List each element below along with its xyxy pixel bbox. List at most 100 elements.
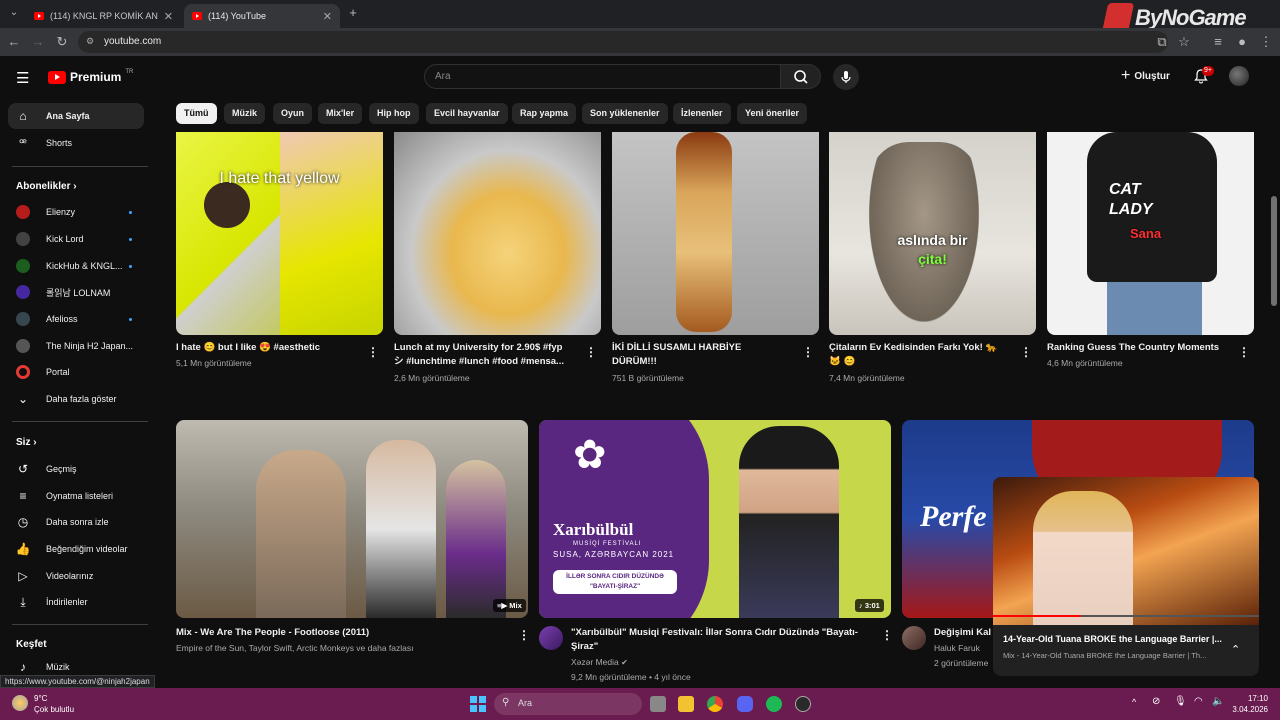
forward-icon[interactable]: →: [30, 34, 46, 50]
close-tab-icon[interactable]: ✕: [164, 10, 173, 23]
channel-avatar[interactable]: [539, 626, 563, 650]
show-more-button[interactable]: ⌄ Daha fazla göster: [8, 386, 144, 412]
microphone-tray-icon[interactable]: 🎙: [1174, 696, 1187, 707]
taskbar-search[interactable]: ⚲ Ara: [494, 693, 642, 715]
sidebar-item-subscription[interactable]: Portal: [8, 359, 144, 385]
sidebar-item-history[interactable]: ↺ Geçmiş: [8, 456, 144, 482]
create-button[interactable]: + Oluştur: [1121, 66, 1170, 86]
bookmark-star-icon[interactable]: ☆: [1176, 34, 1192, 50]
windows-start-icon[interactable]: [470, 696, 486, 712]
back-icon[interactable]: ←: [6, 34, 22, 50]
chip-recently-uploaded[interactable]: Son yüklenenler: [582, 103, 668, 124]
more-options-icon[interactable]: ⋮: [367, 345, 379, 359]
taskbar-clock[interactable]: 17:10 3.04.2026: [1232, 693, 1268, 715]
tray-overflow-icon[interactable]: ^: [1132, 697, 1136, 707]
short-thumbnail[interactable]: [394, 132, 601, 335]
mini-player-title[interactable]: 14-Year-Old Tuana BROKE the Language Bar…: [1003, 634, 1222, 644]
chip-pets[interactable]: Evcil hayvanlar: [426, 103, 508, 124]
sidebar-item-liked-videos[interactable]: 👍 Beğendiğim videolar: [8, 536, 144, 562]
more-options-icon[interactable]: ⋮: [585, 345, 597, 359]
short-title[interactable]: Ranking Guess The Country Moments: [1047, 341, 1232, 355]
network-icon[interactable]: ⊘: [1152, 696, 1160, 707]
site-info-icon[interactable]: ⚙: [86, 36, 94, 47]
channel-avatar[interactable]: [902, 626, 926, 650]
subscriptions-header[interactable]: Abonelikler ›: [16, 181, 77, 192]
task-view-icon[interactable]: [650, 696, 666, 712]
sidebar-item-subscription[interactable]: Elienzy: [8, 199, 144, 225]
file-explorer-icon[interactable]: [678, 696, 694, 712]
reload-icon[interactable]: ↻: [54, 34, 70, 50]
video-title[interactable]: Değişimi Kal: [934, 626, 994, 640]
short-title[interactable]: Lunch at my University for 2.90$ #fyp シ #…: [394, 341, 579, 369]
more-options-icon[interactable]: ⋮: [881, 628, 893, 642]
video-thumbnail[interactable]: [176, 420, 528, 618]
sidebar-item-watch-later[interactable]: ◷ Daha sonra izle: [8, 509, 144, 535]
account-avatar[interactable]: [1229, 66, 1249, 86]
sidebar-item-shorts[interactable]: ꟹ Shorts: [8, 130, 144, 156]
more-options-icon[interactable]: ⋮: [802, 345, 814, 359]
install-app-icon[interactable]: ⧉: [1154, 34, 1170, 50]
media-control-icon[interactable]: ≡: [1210, 34, 1226, 50]
short-thumbnail[interactable]: I hate that yellow: [176, 132, 383, 335]
short-title[interactable]: I hate 😊 but I like 😍 #aesthetic: [176, 341, 361, 355]
chip-game[interactable]: Oyun: [273, 103, 313, 124]
browser-tab-1[interactable]: (114) KNGL RP KOMİK ANLAR ✕: [26, 4, 181, 28]
chrome-icon[interactable]: [707, 696, 723, 712]
profile-icon[interactable]: ●: [1234, 34, 1250, 50]
video-thumbnail[interactable]: ✿ Xarıbülbül MUSİQİ FESTİVALI SUSA, AZƏR…: [539, 420, 891, 618]
volume-icon[interactable]: 🔈: [1212, 696, 1224, 707]
browser-menu-icon[interactable]: ⋮: [1258, 34, 1274, 50]
weather-widget[interactable]: 9°C Çok bulutlu: [34, 693, 74, 715]
mini-player[interactable]: 14-Year-Old Tuana BROKE the Language Bar…: [993, 477, 1259, 676]
chip-all[interactable]: Tümü: [176, 103, 217, 124]
wifi-icon[interactable]: ◠: [1194, 696, 1203, 707]
browser-tab-2[interactable]: (114) YouTube ✕: [184, 4, 340, 28]
chip-new-to-you[interactable]: Yeni öneriler: [737, 103, 808, 124]
sidebar-item-subscription[interactable]: KickHub & KNGL...: [8, 253, 144, 279]
address-bar[interactable]: ⚙ youtube.com: [78, 31, 1168, 53]
flower-logo-icon: ✿: [573, 433, 607, 477]
sidebar-item-home[interactable]: ⌂ Ana Sayfa: [8, 103, 144, 129]
sidebar-item-subscription[interactable]: The Ninja H2 Japan...: [8, 333, 144, 359]
chip-mixes[interactable]: Mix'ler: [318, 103, 363, 124]
channel-name[interactable]: Haluk Faruk: [934, 643, 980, 653]
chip-rap[interactable]: Rap yapma: [512, 103, 577, 124]
page-scrollbar[interactable]: [1271, 196, 1277, 306]
new-tab-button[interactable]: +: [345, 5, 361, 21]
tab-search-icon[interactable]: ⌄: [6, 5, 22, 21]
sidebar-item-downloads[interactable]: ⤓ İndirilenler: [8, 589, 144, 615]
chip-hip-hop[interactable]: Hip hop: [369, 103, 419, 124]
voice-search-button[interactable]: [833, 64, 859, 90]
short-thumbnail[interactable]: aslında bir çita!: [829, 132, 1036, 335]
sidebar-item-subscription[interactable]: 롤읽남 LOLNAM: [8, 279, 144, 305]
more-options-icon[interactable]: ⋮: [1020, 345, 1032, 359]
short-thumbnail[interactable]: CAT LADY Sana: [1047, 132, 1254, 335]
short-thumbnail[interactable]: [612, 132, 819, 335]
chip-music[interactable]: Müzik: [224, 103, 266, 124]
search-button[interactable]: [781, 64, 821, 89]
search-input[interactable]: Ara: [424, 64, 781, 89]
hamburger-menu-icon[interactable]: ☰: [16, 69, 29, 87]
chip-watched[interactable]: İzlenenler: [673, 103, 731, 124]
sidebar-item-your-videos[interactable]: ▷ Videolarınız: [8, 563, 144, 589]
more-options-icon[interactable]: ⋮: [1238, 345, 1250, 359]
more-options-icon[interactable]: ⋮: [518, 628, 530, 642]
you-header[interactable]: Siz ›: [16, 437, 37, 448]
video-title[interactable]: Mix - We Are The People - Footloose (201…: [176, 626, 506, 640]
video-title[interactable]: "Xarıbülbül" Musiqi Festivalı: İllər Son…: [571, 626, 871, 654]
sidebar-item-playlists[interactable]: ≡ Oynatma listeleri: [8, 483, 144, 509]
mini-player-video[interactable]: [993, 477, 1259, 625]
weather-icon[interactable]: [12, 695, 28, 711]
steam-icon[interactable]: [795, 696, 811, 712]
youtube-premium-logo[interactable]: Premium TR: [48, 69, 133, 84]
thumbnail-image: [739, 426, 839, 618]
spotify-icon[interactable]: [766, 696, 782, 712]
sidebar-item-subscription[interactable]: Afelioss: [8, 306, 144, 332]
discord-icon[interactable]: [737, 696, 753, 712]
sidebar-item-subscription[interactable]: Kick Lord: [8, 226, 144, 252]
close-tab-icon[interactable]: ✕: [323, 10, 332, 23]
expand-chevron-icon[interactable]: ⌃: [1231, 643, 1240, 656]
short-title[interactable]: Çitaların Ev Kedisinden Farkı Yok! 🐆 🐱 😊: [829, 341, 1014, 369]
channel-name[interactable]: Xəzər Media ✔: [571, 657, 628, 667]
short-title[interactable]: İKİ DİLLİ SUSAMLI HARBİYE DÜRÜM!!!: [612, 341, 797, 369]
